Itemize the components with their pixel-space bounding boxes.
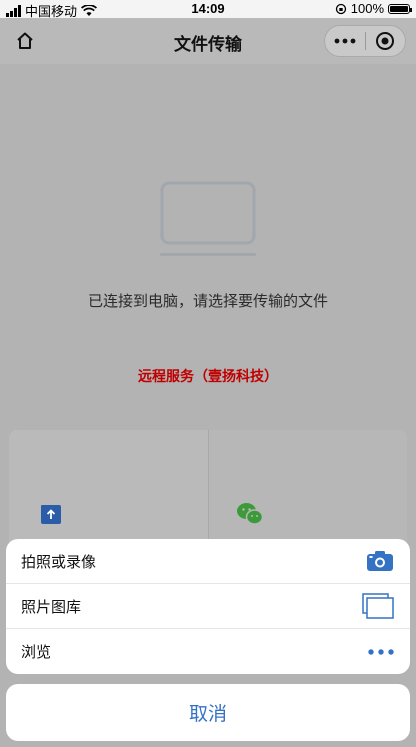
status-right: 100% [335, 1, 412, 16]
action-label: 拍照或录像 [21, 553, 97, 571]
more-button[interactable] [325, 26, 365, 56]
action-label: 浏览 [21, 644, 52, 661]
wechat-file-card[interactable] [208, 430, 407, 550]
connection-status-text: 已连接到电脑，请选择要传输的文件 [87, 293, 328, 310]
camera-icon [367, 551, 393, 571]
action-take-photo[interactable]: 拍照或录像 [6, 539, 410, 584]
more-dots-icon [334, 38, 356, 44]
photo-library-icon [362, 593, 394, 619]
more-icon [368, 648, 394, 655]
close-target-icon [376, 32, 395, 50]
computer-icon [160, 181, 256, 256]
source-cards [9, 430, 407, 550]
close-button[interactable] [365, 26, 405, 56]
header: 文件传输 [0, 18, 416, 64]
orientation-lock-icon [335, 3, 346, 14]
battery-percent: 100% [350, 1, 384, 16]
cancel-button[interactable]: 取消 [6, 684, 410, 741]
battery-icon [388, 3, 412, 14]
action-label: 照片图库 [21, 598, 82, 616]
action-photo-library[interactable]: 照片图库 [6, 584, 410, 629]
upload-folder-icon [41, 505, 61, 524]
mini-program-capsule [324, 25, 406, 57]
service-watermark: 远程服务（壹扬科技） [138, 368, 278, 384]
action-sheet: 拍照或录像 照片图库 浏览 [6, 539, 410, 674]
status-bar: 中国移动 14:09 100% [0, 0, 416, 19]
action-browse[interactable]: 浏览 [6, 629, 410, 674]
upload-file-card[interactable] [9, 430, 209, 550]
wechat-icon [236, 503, 263, 525]
